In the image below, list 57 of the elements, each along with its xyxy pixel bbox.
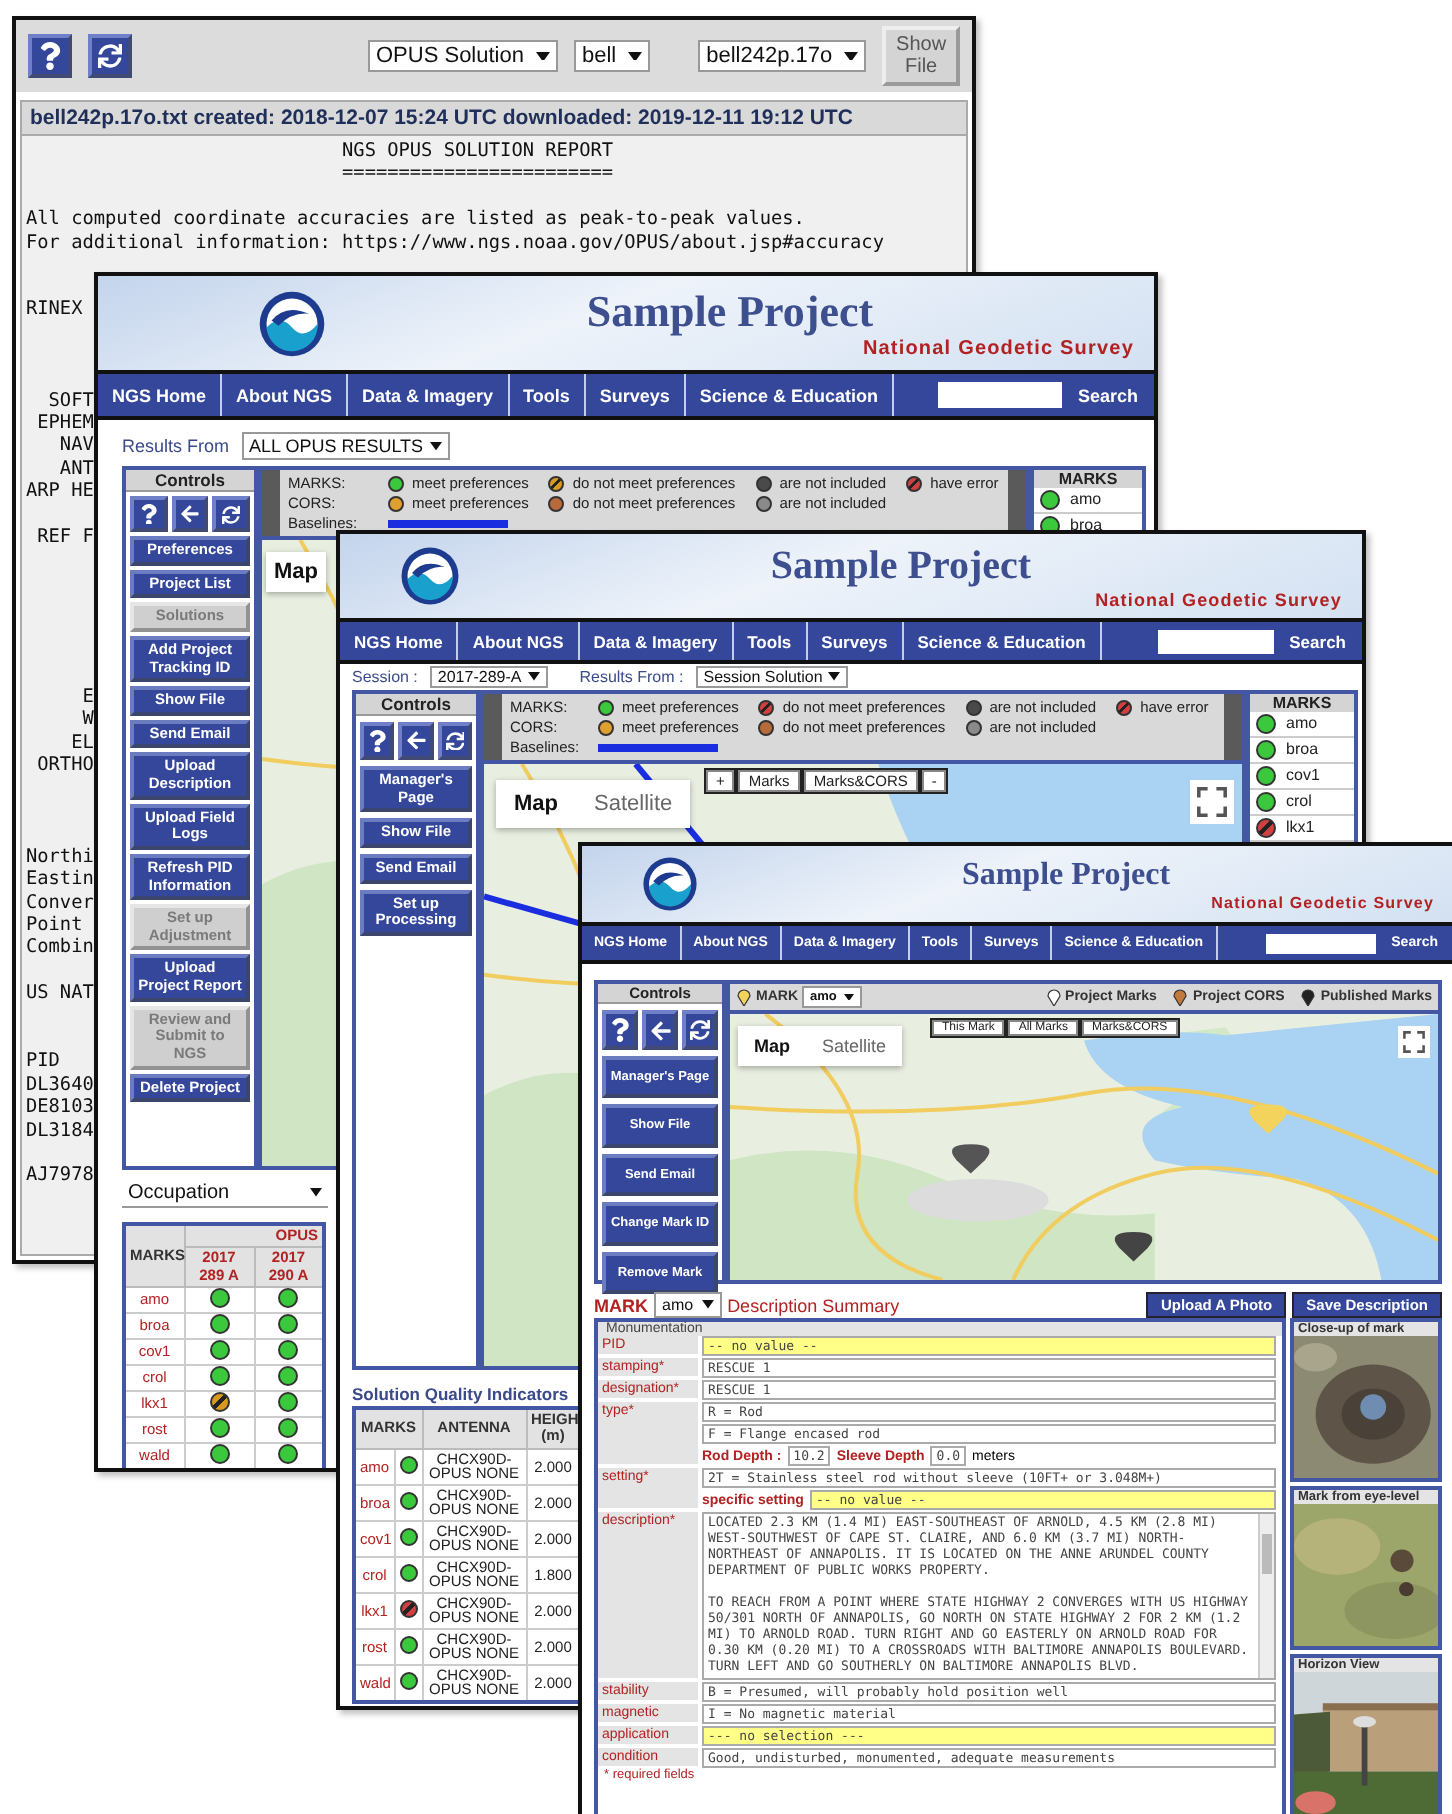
mark-name[interactable]: broa: [1070, 516, 1103, 536]
mark-name[interactable]: amo: [1286, 714, 1318, 734]
file-header: bell242p.17o.txt created: 2018-12-07 15:24 UTC downloaded: 2019-12-11 19:12 UTC: [22, 102, 966, 136]
section-title: Solution Quality Indicators: [352, 1384, 569, 1404]
help-button[interactable]: [28, 34, 72, 78]
legend-tab[interactable]: [1008, 470, 1026, 536]
nav-link[interactable]: Tools: [509, 374, 586, 416]
caret-icon: [628, 51, 643, 61]
search-field[interactable]: [1157, 629, 1274, 653]
site-subtitle: National Geodetic Survey: [1211, 893, 1434, 911]
nav-link[interactable]: Science & Education: [685, 374, 894, 416]
refresh-icon: [98, 44, 122, 68]
back-button[interactable]: [171, 496, 209, 532]
dropdown[interactable]: bell: [573, 40, 651, 72]
field-label: Results From: [122, 436, 230, 456]
site-title: Sample Project: [584, 286, 876, 338]
fullscreen-icon[interactable]: [1398, 1026, 1430, 1058]
help-button[interactable]: [130, 496, 168, 532]
show-file-button[interactable]: Show File: [882, 26, 960, 86]
caret-icon: [429, 441, 442, 451]
search-link[interactable]: Search: [1289, 622, 1346, 660]
refresh-button[interactable]: [88, 34, 132, 78]
baseline-icon: [388, 519, 508, 527]
mark-name[interactable]: crol: [1286, 792, 1312, 812]
nav-link[interactable]: NGS Home: [98, 374, 223, 416]
list-title: MARKS: [1034, 470, 1142, 488]
caret-icon: [535, 51, 550, 61]
mark-name[interactable]: amo: [1070, 490, 1102, 510]
refresh-icon: [222, 505, 241, 523]
mark-name[interactable]: lkx1: [1286, 818, 1315, 838]
panel-title: Controls: [126, 470, 254, 492]
nav-link[interactable]: Surveys: [585, 374, 686, 416]
site-subtitle: National Geodetic Survey: [862, 338, 1134, 360]
pin-icon: [1300, 988, 1317, 1006]
logo-icon: [258, 289, 326, 357]
refresh-button[interactable]: [212, 496, 251, 532]
dropdown[interactable]: Occupation: [122, 1180, 328, 1208]
site-subtitle: National Geodetic Survey: [1095, 589, 1342, 609]
search-link[interactable]: Search: [1077, 374, 1138, 416]
nav-link[interactable]: Data & Imagery: [348, 374, 510, 416]
caret-icon: [309, 1188, 322, 1198]
report-text: NGS OPUS SOLUTION REPORT ======================== All computed coordinate accuracies are listed as peak-to-peak values. For additional information: https://www.ngs.noaa.gov/OPUS/about.jsp#accuracy: [24, 138, 884, 255]
scrollbar[interactable]: [1258, 1514, 1274, 1678]
nav-link[interactable]: About NGS: [222, 374, 349, 416]
dropdown[interactable]: OPUS Solution: [368, 40, 558, 72]
help-icon: [36, 42, 64, 70]
search-field[interactable]: [937, 382, 1062, 408]
mark-name[interactable]: cov1: [1286, 766, 1320, 786]
search-field[interactable]: [1265, 933, 1376, 953]
mark-name[interactable]: broa: [1286, 740, 1319, 760]
caret-icon: [844, 51, 859, 61]
report-text: RINEX SOFT EPHEM NAV ANT ARP HE REF F E W EL ORTHO Northi Eastin Conver Point Combin US NAT PID DL3640 DE8103 DL3184 AJ7978: [24, 296, 94, 1188]
help-icon: [137, 503, 160, 525]
arrow-left-icon: [180, 504, 200, 524]
list-title: MARKS: [1250, 694, 1354, 712]
dropdown[interactable]: bell242p.17o: [698, 40, 867, 72]
dropdown[interactable]: ALL OPUS RESULTS: [241, 432, 450, 460]
